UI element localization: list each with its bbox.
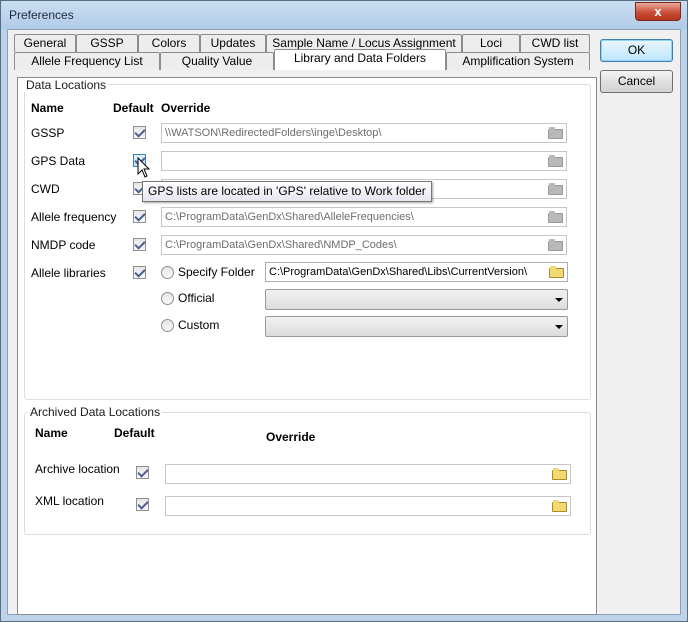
mouse-pointer-icon [137,157,151,178]
tab-allele-frequency-list[interactable]: Allele Frequency List [14,52,160,70]
official-dropdown[interactable] [265,289,568,310]
preferences-window: Preferences x General GSSP Colors Update… [0,0,688,622]
folder-icon [547,239,563,251]
xml-location-default-checkbox[interactable] [136,498,149,511]
allele-frequency-path-value: C:\ProgramData\GenDx\Shared\AlleleFreque… [165,211,414,223]
gssp-default-checkbox[interactable] [133,126,146,139]
custom-dropdown[interactable] [265,316,568,337]
name-header: Name [31,101,64,115]
gps-data-browse-button[interactable] [545,153,565,169]
custom-radio[interactable] [161,319,174,332]
gps-data-tooltip: GPS lists are located in 'GPS' relative … [142,181,432,202]
allele-frequency-label: Allele frequency [31,210,117,224]
xml-location-path-field[interactable] [165,496,571,516]
tab-cwd-list[interactable]: CWD list [520,34,590,52]
nmdp-code-label: NMDP code [31,238,96,252]
nmdp-code-default-checkbox[interactable] [133,238,146,251]
window-title: Preferences [9,8,74,22]
archive-location-label: Archive location [35,462,120,476]
cwd-browse-button[interactable] [545,181,565,197]
folder-icon [547,211,563,223]
tab-updates[interactable]: Updates [200,34,266,52]
specify-folder-label: Specify Folder [178,265,255,279]
tab-quality-value[interactable]: Quality Value [160,52,274,70]
official-label: Official [178,291,215,305]
tab-loci[interactable]: Loci [462,34,520,52]
override-header: Override [161,101,211,115]
allele-libraries-label: Allele libraries [31,266,106,280]
custom-label: Custom [178,318,220,332]
default-header: Default [113,101,154,115]
folder-icon [547,127,563,139]
close-button[interactable]: x [635,2,681,21]
archive-location-default-checkbox[interactable] [136,466,149,479]
allele-frequency-browse-button[interactable] [545,209,565,225]
gssp-browse-button[interactable] [545,125,565,141]
xml-location-label: XML location [35,494,104,508]
tab-gssp[interactable]: GSSP [76,34,138,52]
nmdp-code-browse-button[interactable] [545,237,565,253]
nmdp-code-path-field[interactable]: C:\ProgramData\GenDx\Shared\NMDP_Codes\ [161,235,567,255]
title-bar[interactable]: Preferences x [1,1,687,29]
specify-folder-radio[interactable] [161,266,174,279]
gssp-path-value: \\WATSON\RedirectedFolders\inge\Desktop\ [165,127,382,139]
chevron-down-icon [555,298,563,302]
data-locations-title: Data Locations [24,78,109,92]
folder-icon [547,155,563,167]
nmdp-code-path-value: C:\ProgramData\GenDx\Shared\NMDP_Codes\ [165,239,397,251]
official-radio[interactable] [161,292,174,305]
folder-icon [548,266,564,278]
folder-icon [551,468,567,480]
gssp-label: GSSP [31,126,65,140]
gps-data-path-field[interactable] [161,151,567,171]
tab-amplification-system[interactable]: Amplification System [446,52,590,70]
archive-location-path-field[interactable] [165,464,571,484]
allele-libraries-folder-field[interactable]: C:\ProgramData\GenDx\Shared\Libs\Current… [265,262,568,282]
folder-icon [547,183,563,195]
allele-frequency-default-checkbox[interactable] [133,210,146,223]
archived-name-header: Name [35,426,68,440]
allele-libraries-browse-button[interactable] [546,264,566,280]
tab-panel: Data Locations Name Default Override GSS… [17,77,597,615]
gssp-path-field[interactable]: \\WATSON\RedirectedFolders\inge\Desktop\ [161,123,567,143]
archived-default-header: Default [114,426,155,440]
allele-libraries-folder-value: C:\ProgramData\GenDx\Shared\Libs\Current… [269,266,528,278]
cancel-button[interactable]: Cancel [600,70,673,93]
archived-data-locations-title: Archived Data Locations [28,405,163,419]
allele-libraries-default-checkbox[interactable] [133,266,146,279]
tab-library-and-data-folders[interactable]: Library and Data Folders [274,49,446,70]
xml-location-browse-button[interactable] [549,498,569,514]
allele-frequency-path-field[interactable]: C:\ProgramData\GenDx\Shared\AlleleFreque… [161,207,567,227]
cwd-label: CWD [31,182,60,196]
tab-general[interactable]: General [14,34,76,52]
archive-location-browse-button[interactable] [549,466,569,482]
folder-icon [551,500,567,512]
chevron-down-icon [555,325,563,329]
dialog-client-area: General GSSP Colors Updates Sample Name … [7,29,681,615]
gps-data-label: GPS Data [31,154,86,168]
archived-override-header: Override [266,430,316,444]
tab-colors[interactable]: Colors [138,34,200,52]
ok-button[interactable]: OK [600,39,673,62]
